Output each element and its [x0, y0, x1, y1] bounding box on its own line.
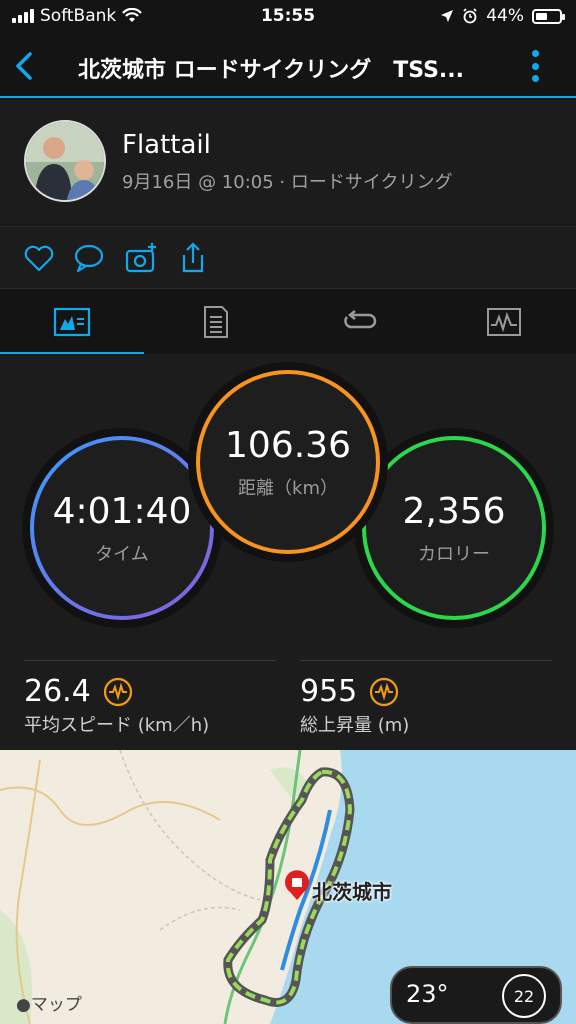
share-icon[interactable]: [176, 241, 210, 275]
calorie-stat[interactable]: 2,356 カロリー: [366, 440, 542, 616]
overview-icon: [53, 307, 91, 337]
activity-meta: 9月16日 @ 10:05 · ロードサイクリング: [122, 172, 453, 193]
battery-icon: [532, 8, 565, 24]
map-attribution: ●マップ: [16, 995, 82, 1015]
activity-wave-icon: [103, 677, 132, 706]
chevron-left-icon: [16, 52, 32, 80]
laps-icon: [344, 310, 377, 329]
details-tab[interactable]: [144, 289, 288, 355]
temperature: 23°: [406, 980, 449, 1008]
laps-tab[interactable]: [288, 289, 432, 355]
distance-value: 106.36: [225, 424, 351, 466]
elevation-value: 955: [300, 674, 358, 709]
comment-icon[interactable]: [72, 241, 106, 275]
more-menu-button[interactable]: [530, 48, 540, 84]
distance-stat[interactable]: 106.36 距離（km）: [200, 374, 376, 550]
activity-tabs: [0, 288, 576, 355]
apple-logo-icon: ●: [16, 995, 31, 1015]
activity-wave-icon: [370, 677, 399, 706]
battery-percent: 44%: [486, 6, 524, 26]
weather-widget[interactable]: 23° 22: [390, 966, 562, 1024]
avg-speed-label: 平均スピード (km／h): [24, 715, 210, 736]
overview-tab[interactable]: [0, 289, 144, 355]
charts-tab[interactable]: [432, 289, 576, 355]
status-bar: SoftBank 15:55 44%: [0, 0, 576, 34]
heart-icon[interactable]: [22, 241, 56, 275]
calorie-label: カロリー: [418, 543, 490, 565]
back-button[interactable]: [10, 48, 40, 84]
time-value: 4:01:40: [52, 490, 192, 532]
stats-panel: 4:01:40 タイム 2,356 カロリー 106.36 距離（km） 26.…: [0, 354, 576, 750]
nav-bar: 北茨城市 ロードサイクリング TSS...: [0, 34, 576, 98]
avg-speed-value: 26.4: [24, 674, 91, 709]
avg-speed-metric[interactable]: 26.4 平均スピード (km／h): [24, 674, 209, 737]
elevation-metric[interactable]: 955 総上昇量 (m): [300, 674, 409, 737]
page-title: 北茨城市 ロードサイクリング TSS...: [78, 58, 465, 83]
air-quality-index: 22: [502, 974, 546, 1018]
details-icon: [204, 306, 228, 338]
location-icon: [441, 10, 454, 22]
action-bar: [0, 226, 576, 288]
route-map[interactable]: 北茨城市 ●マップ 23° 22: [0, 750, 576, 1024]
avatar[interactable]: [24, 120, 106, 202]
elevation-label: 総上昇量 (m): [300, 715, 410, 736]
alarm-icon: [463, 8, 477, 24]
map-place-label: 北茨城市: [312, 880, 392, 904]
time-label: タイム: [95, 543, 149, 565]
divider: [24, 660, 276, 661]
distance-label: 距離（km）: [238, 477, 338, 499]
activity-header: Flattail 9月16日 @ 10:05 · ロードサイクリング: [0, 100, 576, 224]
time-stat[interactable]: 4:01:40 タイム: [34, 440, 210, 616]
user-name[interactable]: Flattail: [122, 130, 211, 160]
status-right: 44%: [440, 6, 565, 26]
add-photo-icon[interactable]: [124, 241, 158, 275]
divider: [300, 660, 552, 661]
chart-icon: [487, 308, 521, 336]
calorie-value: 2,356: [402, 490, 506, 532]
